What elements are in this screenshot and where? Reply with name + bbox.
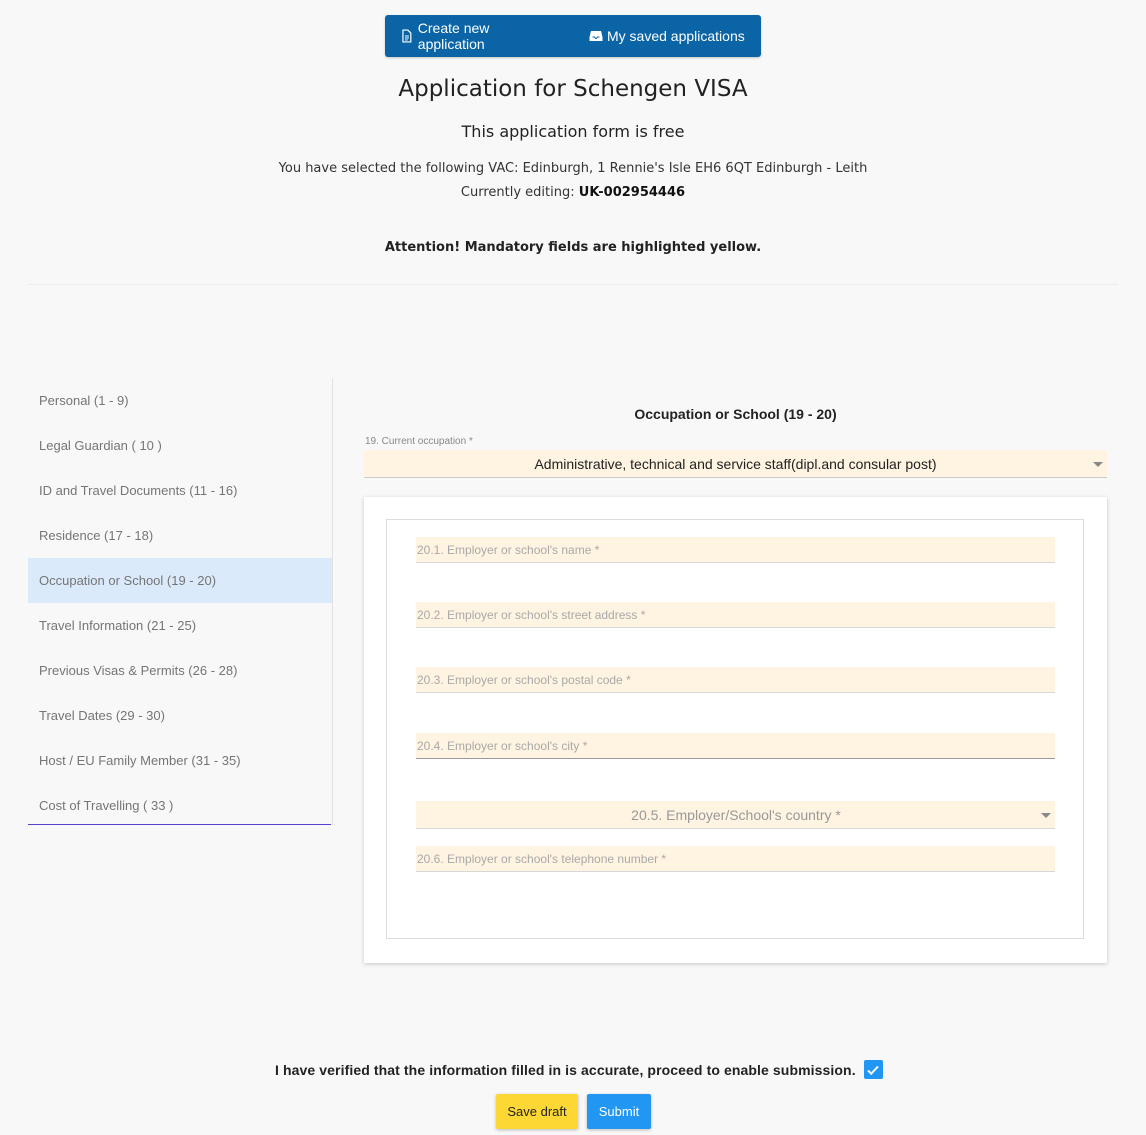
employer-name-placeholder: 20.1. Employer or school's name * [417, 542, 600, 557]
saved-applications-label: My saved applications [607, 28, 745, 44]
page-subtitle: This application form is free [461, 122, 685, 141]
header-divider [28, 284, 1118, 285]
employer-name-field[interactable]: 20.1. Employer or school's name * [416, 537, 1055, 563]
employer-city-field[interactable]: 20.4. Employer or school's city * [416, 733, 1055, 759]
chevron-down-icon [1093, 462, 1103, 467]
section-title: Occupation or School (19 - 20) [634, 406, 837, 422]
employer-address-placeholder: 20.2. Employer or school's street addres… [417, 607, 646, 622]
employer-country-select[interactable]: 20.5. Employer/School's country * [416, 801, 1055, 829]
employer-city-placeholder: 20.4. Employer or school's city * [417, 738, 588, 753]
verify-row: I have verified that the information fil… [275, 1060, 883, 1079]
editing-info: Currently editing: UK-002954446 [0, 185, 1146, 200]
section-nav: Personal (1 - 9) Legal Guardian ( 10 ) I… [28, 378, 333, 828]
employer-postal-placeholder: 20.3. Employer or school's postal code * [417, 672, 631, 687]
employer-telephone-placeholder: 20.6. Employer or school's telephone num… [417, 851, 667, 866]
saved-applications-button[interactable]: My saved applications [573, 15, 760, 57]
create-application-button[interactable]: Create new application [385, 15, 573, 57]
chevron-down-icon [1041, 813, 1051, 818]
create-application-label: Create new application [417, 20, 490, 52]
checkmark-icon [867, 1065, 879, 1075]
submit-button[interactable]: Submit [587, 1094, 651, 1129]
page-title: Application for Schengen VISA [398, 76, 748, 102]
document-icon [402, 29, 412, 43]
editing-id: UK-002954446 [578, 185, 686, 200]
employer-country-placeholder: 20.5. Employer/School's country * [631, 806, 841, 823]
employer-telephone-field[interactable]: 20.6. Employer or school's telephone num… [416, 846, 1055, 872]
editing-label: Currently editing: [460, 185, 575, 200]
sidebar-item-occupation[interactable]: Occupation or School (19 - 20) [28, 558, 333, 603]
occupation-value: Administrative, technical and service st… [534, 455, 937, 472]
sidebar-item-legal-guardian[interactable]: Legal Guardian ( 10 ) [28, 423, 333, 468]
sidebar-item-travel-dates[interactable]: Travel Dates (29 - 30) [28, 693, 333, 738]
sidebar-item-host[interactable]: Host / EU Family Member (31 - 35) [28, 738, 333, 783]
sidebar-border [332, 378, 333, 825]
sidebar-underline [28, 824, 331, 825]
vac-info: You have selected the following VAC: Edi… [278, 161, 868, 176]
verify-text: I have verified that the information fil… [275, 1061, 856, 1078]
save-draft-button[interactable]: Save draft [496, 1094, 578, 1129]
occupation-select[interactable]: Administrative, technical and service st… [364, 450, 1107, 478]
sidebar-item-personal[interactable]: Personal (1 - 9) [28, 378, 333, 423]
employer-card: 20.1. Employer or school's name * 20.2. … [364, 497, 1107, 963]
sidebar-item-previous-visas[interactable]: Previous Visas & Permits (26 - 28) [28, 648, 333, 693]
sidebar-item-travel-documents[interactable]: ID and Travel Documents (11 - 16) [28, 468, 333, 513]
inbox-icon [589, 31, 603, 41]
employer-postal-field[interactable]: 20.3. Employer or school's postal code * [416, 667, 1055, 693]
employer-fieldset: 20.1. Employer or school's name * 20.2. … [386, 519, 1084, 939]
top-button-group: Create new application My saved applicat… [385, 15, 761, 57]
verify-checkbox[interactable] [863, 1060, 883, 1079]
sidebar-item-travel-information[interactable]: Travel Information (21 - 25) [28, 603, 333, 648]
occupation-label: 19. Current occupation * [365, 436, 473, 447]
sidebar-item-cost[interactable]: Cost of Travelling ( 33 ) [28, 783, 333, 828]
employer-address-field[interactable]: 20.2. Employer or school's street addres… [416, 602, 1055, 628]
sidebar-item-residence[interactable]: Residence (17 - 18) [28, 513, 333, 558]
attention-notice: Attention! Mandatory fields are highligh… [384, 240, 762, 255]
